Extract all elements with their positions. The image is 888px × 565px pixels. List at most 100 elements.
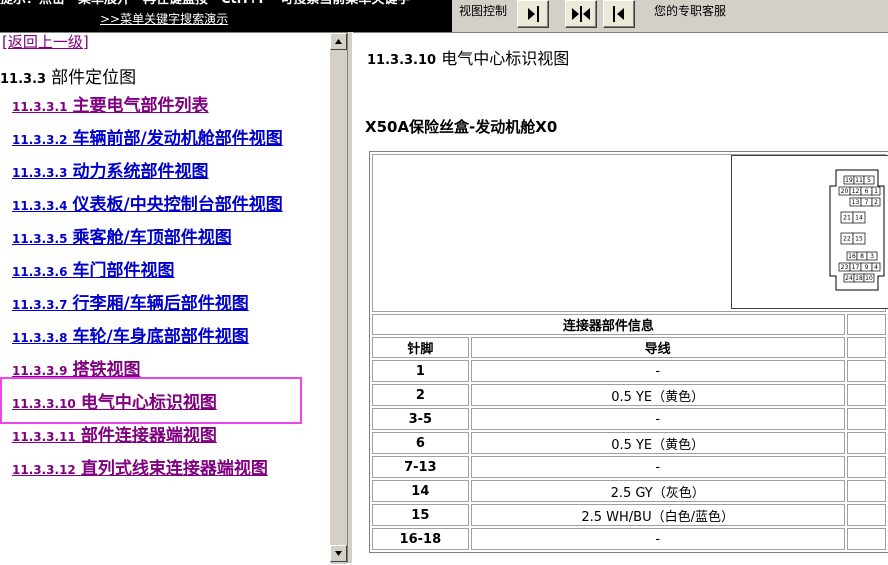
- connector-pin-label: 5: [867, 177, 871, 184]
- table-extra-header: [846, 314, 886, 335]
- connector-pin-label: 20: [841, 188, 849, 195]
- top-toolbar: 提示：点击 菜单展开 再在键盘按 Ctrl+F 可搜索当前菜单关键字 >>菜单关…: [0, 0, 888, 32]
- connector-pin-label: 11: [855, 177, 863, 184]
- fuse-box-connector-diagram: 19 11 5 20 12 6 1 13 7 2 21 14 22 15 16 8 3 23 17 9 4 24 18 10: [829, 169, 885, 291]
- wire-column-header: 导线: [470, 337, 845, 358]
- wire-cell: -: [470, 408, 845, 430]
- nav-item-number: 11.3.3.5: [12, 232, 68, 246]
- nav-item-dashboard-view[interactable]: 11.3.3.4 仪表板/中央控制台部件视图: [12, 194, 283, 217]
- connector-pin-label: 16: [848, 253, 856, 260]
- nav-item-number: 11.3.3.12: [12, 463, 76, 477]
- wire-cell: 2.5 GY（灰色）: [470, 480, 845, 502]
- nav-item-powertrain-view[interactable]: 11.3.3.3 动力系统部件视图: [12, 161, 209, 184]
- table-extra-cell: [846, 504, 886, 526]
- hint-panel: 提示：点击 菜单展开 再在键盘按 Ctrl+F 可搜索当前菜单关键字 >>菜单关…: [0, 0, 452, 32]
- nav-item-number: 11.3.3.9: [12, 364, 68, 378]
- nav-item-connector-end-view[interactable]: 11.3.3.11 部件连接器端视图: [12, 425, 217, 448]
- page-title-label: 电气中心标识视图: [441, 49, 570, 68]
- wire-cell: 0.5 YE（黄色）: [470, 384, 845, 406]
- section-title: 11.3.3 部件定位图: [0, 63, 136, 88]
- table-info-header: 连接器部件信息: [372, 314, 845, 335]
- pin-cell: 3-5: [372, 408, 469, 430]
- pin-cell: 2: [372, 384, 469, 406]
- nav-item-label: 主要电气部件列表: [72, 96, 209, 116]
- connector-pin-label: 21: [843, 215, 851, 222]
- nav-item-inline-harness-view[interactable]: 11.3.3.12 直列式线束连接器端视图: [12, 458, 268, 481]
- connector-pin-label: 7: [865, 199, 869, 206]
- nav-item-number: 11.3.3.8: [12, 331, 68, 345]
- connector-pin-label: 18: [855, 275, 863, 282]
- pin-cell: 15: [372, 504, 469, 526]
- expand-right-view-button[interactable]: [517, 0, 549, 28]
- wire-cell: -: [470, 528, 845, 550]
- nav-item-label: 车门部件视图: [72, 261, 175, 281]
- nav-item-number: 11.3.3.2: [12, 133, 68, 147]
- nav-item-label: 仪表板/中央控制台部件视图: [72, 195, 283, 215]
- pin-cell: 7-13: [372, 456, 469, 478]
- content-frame: 11.3.3.10 电气中心标识视图 X50A保险丝盒-发动机舱X0 19 11 5…: [353, 32, 888, 563]
- nav-item-number: 11.3.3.3: [12, 166, 68, 180]
- connector-pin-label: 24: [845, 275, 853, 282]
- pin-column-header: 针脚: [372, 337, 469, 358]
- connector-image: 19 11 5 20 12 6 1 13 7 2 21 14 22 15 16 8 3 23 17 9 4 24 18 10: [731, 155, 888, 309]
- table-extra-cell: [846, 456, 886, 478]
- nav-item-cabin-roof-view[interactable]: 11.3.3.5 乘客舱/车顶部件视图: [12, 227, 232, 250]
- nav-item-label: 车辆前部/发动机舱部件视图: [72, 129, 283, 149]
- nav-item-door-view[interactable]: 11.3.3.6 车门部件视图: [12, 260, 175, 283]
- pin-cell: 6: [372, 432, 469, 454]
- nav-item-wheel-underbody-view[interactable]: 11.3.3.8 车轮/车身底部部件视图: [12, 326, 249, 349]
- nav-item-number: 11.3.3.1: [12, 100, 68, 114]
- view-control-label: 视图控制: [459, 4, 508, 18]
- split-view-button[interactable]: [565, 0, 597, 28]
- table-extra-cell: [846, 528, 886, 550]
- section-label: 部件定位图: [51, 68, 137, 88]
- nav-item-number: 11.3.3.7: [12, 298, 68, 312]
- navigation-frame: [返回上一级] 11.3.3 部件定位图 11.3.3.1 主要电气部件列表 1…: [0, 32, 347, 564]
- nav-item-label: 动力系统部件视图: [72, 162, 209, 182]
- connector-table-wrapper: 19 11 5 20 12 6 1 13 7 2 21 14 22 15 16 8 3 23 17 9 4 24 18 10 …: [369, 151, 888, 561]
- table-row: 2 0.5 YE（黄色）: [372, 384, 886, 406]
- table-row: 15 2.5 WH/BU（白色/蓝色）: [372, 504, 886, 526]
- table-extra-cell: [846, 384, 886, 406]
- back-link[interactable]: [返回上一级]: [2, 33, 89, 51]
- scroll-down-button[interactable]: [330, 545, 347, 562]
- selection-highlight: [0, 377, 302, 424]
- connector-pin-label: 6: [865, 188, 869, 195]
- connector-pin-label: 17: [852, 264, 860, 271]
- table-row: 6 0.5 YE（黄色）: [372, 432, 886, 454]
- pin-cell: 1: [372, 360, 469, 382]
- connector-table: 19 11 5 20 12 6 1 13 7 2 21 14 22 15 16 8 3 23 17 9 4 24 18 10 …: [369, 151, 888, 553]
- connector-pin-label: 14: [855, 215, 863, 222]
- connector-pin-label: 2: [874, 199, 878, 206]
- hint-text: 提示：点击 菜单展开 再在键盘按 Ctrl+F 可搜索当前菜单关键字: [0, 0, 410, 8]
- left-scrollbar[interactable]: [330, 33, 347, 564]
- connector-image-cell: 19 11 5 20 12 6 1 13 7 2 21 14 22 15 16 8 3 23 17 9 4 24 18 10: [372, 154, 888, 312]
- nav-item-main-electrical-parts[interactable]: 11.3.3.1 主要电气部件列表: [12, 95, 209, 118]
- customer-service-label: 您的专职客服: [654, 4, 727, 18]
- nav-item-front-engine-view[interactable]: 11.3.3.2 车辆前部/发动机舱部件视图: [12, 128, 283, 151]
- search-demo-link[interactable]: >>菜单关键字搜索演示: [100, 12, 228, 26]
- scroll-up-icon: [335, 39, 342, 44]
- table-extra-cell: [846, 337, 886, 358]
- nav-item-number: 11.3.3.11: [12, 430, 76, 444]
- pin-cell: 16-18: [372, 528, 469, 550]
- wire-cell: 2.5 WH/BU（白色/蓝色）: [470, 504, 845, 526]
- table-row: 16-18 -: [372, 528, 886, 550]
- connector-pin-label: 13: [852, 199, 860, 206]
- connector-pin-label: 9: [865, 264, 869, 271]
- page-title-number: 11.3.3.10: [367, 53, 437, 68]
- connector-pin-label: 23: [841, 264, 849, 271]
- nav-item-label: 行李厢/车辆后部件视图: [72, 294, 249, 314]
- table-extra-cell: [846, 408, 886, 430]
- arrow-right-bar-icon: [528, 6, 539, 22]
- table-row: 1 -: [372, 360, 886, 382]
- table-row: 7-13 -: [372, 456, 886, 478]
- pin-cell: 14: [372, 480, 469, 502]
- expand-left-view-button[interactable]: [603, 0, 635, 28]
- section-number: 11.3.3: [0, 72, 47, 87]
- nav-item-trunk-rear-view[interactable]: 11.3.3.7 行李厢/车辆后部件视图: [12, 293, 249, 316]
- table-extra-cell: [846, 360, 886, 382]
- connector-pin-label: 15: [855, 236, 863, 243]
- wire-cell: 0.5 YE（黄色）: [470, 432, 845, 454]
- scroll-up-button[interactable]: [330, 33, 347, 50]
